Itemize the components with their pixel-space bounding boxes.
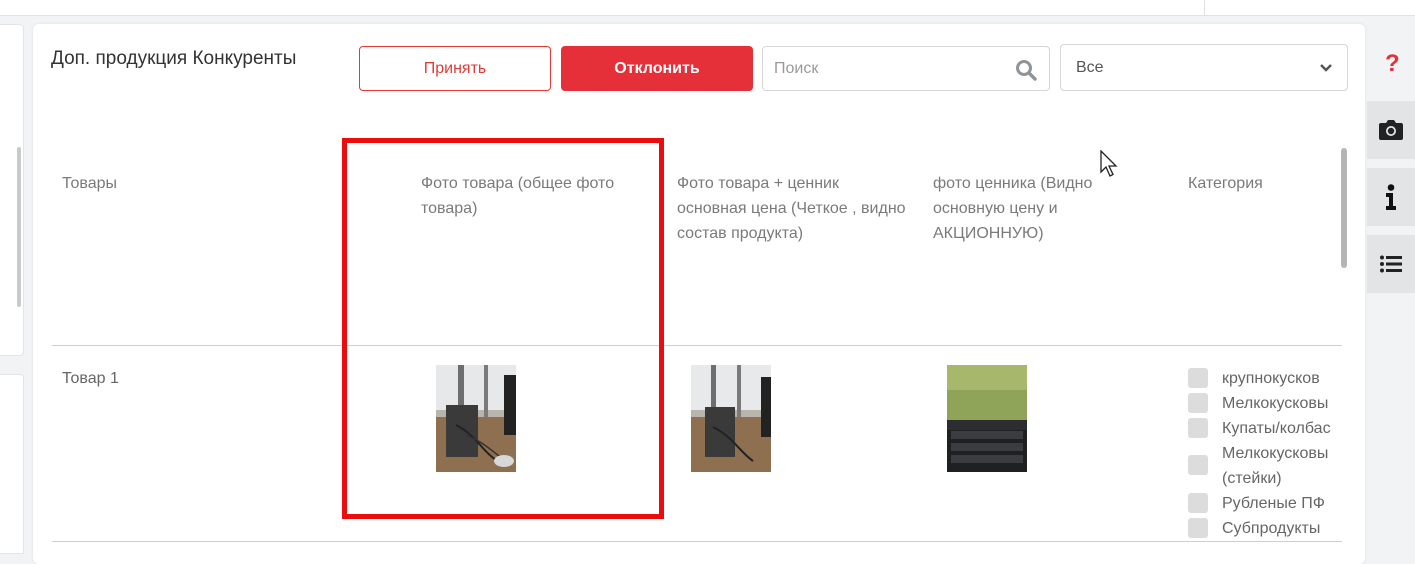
page-title: Доп. продукция Конкуренты (51, 48, 297, 69)
category-label: Рубленые ПФ (1222, 495, 1325, 512)
chevron-down-icon (1320, 64, 1332, 72)
category-list: крупнокусков Мелкокусковы Купаты/колбас … (1188, 366, 1342, 541)
product-name: Товар 1 (62, 370, 119, 387)
category-checkbox[interactable] (1188, 455, 1208, 475)
category-label: Купаты/колбас (1222, 420, 1331, 437)
filter-select-value: Все (1076, 59, 1104, 76)
camera-icon (1379, 120, 1403, 140)
left-panel-scrollbar[interactable] (17, 147, 21, 307)
column-header-price-tag-photo: фото ценника (Видно основную цену и АКЦИ… (933, 175, 1093, 242)
list-icon (1380, 255, 1402, 273)
category-checkbox[interactable] (1188, 368, 1208, 388)
column-header-product-price-photo: Фото товара + ценник основная цена (Четк… (677, 175, 906, 242)
table-scrollbar[interactable] (1341, 148, 1347, 268)
main-card (33, 24, 1365, 564)
search-icon[interactable] (1015, 59, 1037, 81)
product-with-price-photo-thumbnail[interactable] (691, 365, 771, 472)
filter-select[interactable]: Все (1060, 44, 1348, 91)
category-option[interactable]: Купаты/колбас (1188, 416, 1342, 441)
camera-button[interactable] (1367, 101, 1415, 159)
list-button[interactable] (1367, 235, 1415, 293)
left-panel (0, 24, 24, 356)
category-checkbox[interactable] (1188, 418, 1208, 438)
search-input[interactable] (763, 47, 1003, 90)
reject-button[interactable]: Отклонить (561, 46, 753, 91)
info-icon (1386, 184, 1396, 210)
category-label: Субпродукты (1222, 520, 1321, 537)
left-panel-lower (0, 374, 24, 554)
column-header-products: Товары (62, 175, 118, 192)
category-checkbox[interactable] (1188, 493, 1208, 513)
category-option[interactable]: Рубленые ПФ (1188, 491, 1342, 516)
category-checkbox[interactable] (1188, 518, 1208, 538)
price-tag-photo-thumbnail[interactable] (947, 365, 1027, 472)
accept-button[interactable]: Принять (359, 46, 551, 91)
category-label: Мелкокусковы (1222, 395, 1329, 412)
mouse-cursor-icon (1100, 150, 1118, 177)
category-option[interactable]: Субпродукты (1188, 516, 1342, 541)
category-option[interactable]: крупнокусков (1188, 366, 1342, 391)
column-header-product-photo: Фото товара (общее фото товара) (421, 175, 615, 217)
column-header-category: Категория (1188, 175, 1263, 192)
header-divider (52, 345, 1342, 346)
category-checkbox[interactable] (1188, 393, 1208, 413)
category-label: крупнокусков (1222, 370, 1320, 387)
row-divider (52, 541, 1342, 542)
info-button[interactable] (1367, 168, 1415, 226)
top-bar (0, 0, 1415, 16)
category-option[interactable]: Мелкокусковы (1188, 391, 1342, 416)
category-label: Мелкокусковы (стейки) (1222, 445, 1329, 487)
help-icon[interactable]: ? (1385, 50, 1400, 78)
search-box (762, 46, 1050, 91)
top-bar-divider (1204, 0, 1205, 16)
category-option[interactable]: Мелкокусковы (стейки) (1188, 441, 1342, 491)
product-photo-thumbnail[interactable] (436, 365, 516, 472)
